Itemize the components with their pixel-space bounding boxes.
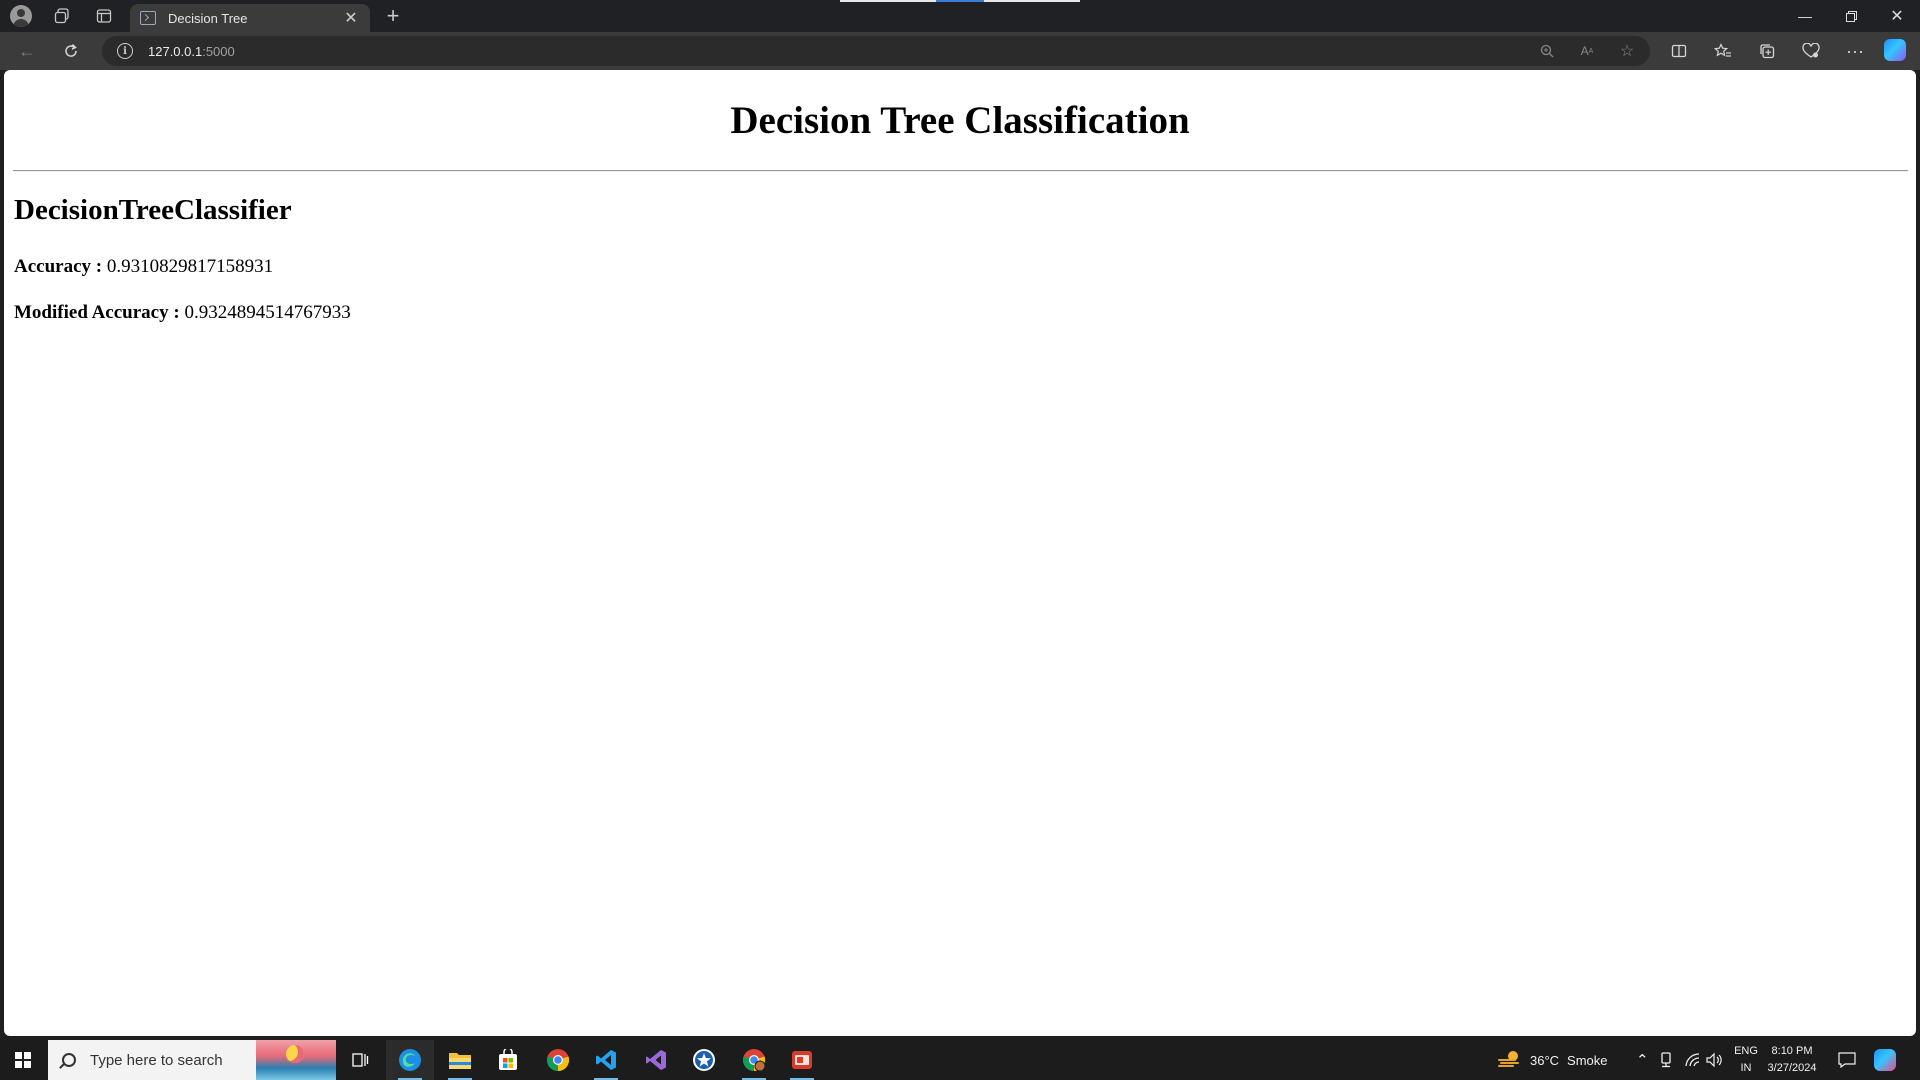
collections-icon[interactable]: [1754, 38, 1780, 64]
accuracy-line: Accuracy : 0.9310829817158931: [14, 256, 273, 278]
load-indicator-segment: [840, 0, 936, 2]
taskbar-app-store[interactable]: [484, 1040, 532, 1080]
modified-accuracy-line: Modified Accuracy : 0.9324894514767933: [14, 302, 351, 324]
tab-decision-tree[interactable]: Decision Tree ✕: [130, 4, 370, 32]
taskbar-app-file-explorer[interactable]: [436, 1040, 484, 1080]
store-icon: [499, 1049, 517, 1070]
load-indicator-segment: [936, 0, 984, 2]
taskbar-app-edge[interactable]: [386, 1040, 434, 1080]
taskbar-clock[interactable]: 8:10 PM 3/27/2024: [1762, 1043, 1822, 1077]
browser-essentials-icon[interactable]: [1798, 38, 1824, 64]
visual-studio-icon: [646, 1050, 666, 1070]
task-view-button[interactable]: [336, 1040, 384, 1080]
page-title: Decision Tree Classification: [730, 99, 1190, 142]
read-aloud-icon[interactable]: AA: [1578, 42, 1596, 60]
browser-tab-strip: Decision Tree ✕ + — ✕: [0, 0, 1920, 32]
url-port: :5000: [202, 43, 235, 59]
edge-icon: [399, 1049, 421, 1071]
volume-icon[interactable]: [1705, 1040, 1723, 1080]
chrome-icon: [546, 1049, 570, 1072]
zoom-icon[interactable]: [1538, 42, 1556, 60]
task-view-icon: [352, 1053, 369, 1067]
taskbar-app-chrome[interactable]: [534, 1040, 582, 1080]
weather-condition: Smoke: [1567, 1052, 1608, 1068]
horizontal-rule: [13, 170, 1908, 172]
search-highlight-illustration[interactable]: [256, 1040, 336, 1080]
weather-widget[interactable]: 36°C Smoke: [1498, 1040, 1608, 1080]
favorites-icon[interactable]: [1710, 38, 1736, 64]
load-indicator-segment: [984, 0, 1080, 2]
windows-logo-icon: [15, 1052, 31, 1068]
modified-accuracy-value: 0.9324894514767933: [184, 302, 351, 323]
taskbar-app-red[interactable]: [778, 1040, 826, 1080]
taskbar-app-vscode[interactable]: [582, 1040, 630, 1080]
start-button[interactable]: [0, 1040, 46, 1080]
language-code: ENG: [1734, 1045, 1758, 1057]
tab-close-icon[interactable]: ✕: [342, 8, 360, 28]
taskbar-app-blue-star[interactable]: [680, 1040, 728, 1080]
back-button-icon[interactable]: ←: [12, 37, 42, 65]
clock-date: 3/27/2024: [1767, 1062, 1817, 1074]
browser-toolbar: ← i 127.0.0.1:5000 AA ☆ ···: [0, 32, 1920, 70]
close-window-icon[interactable]: ✕: [1874, 0, 1920, 32]
search-placeholder: Type here to search: [90, 1051, 223, 1069]
tab-title: Decision Tree: [168, 10, 248, 26]
restore-icon[interactable]: [1828, 0, 1874, 32]
network-wifi-icon[interactable]: [1685, 1040, 1701, 1080]
tab-actions-icon[interactable]: [88, 3, 120, 29]
device-meet-now-icon[interactable]: [1659, 1040, 1673, 1080]
workspaces-icon[interactable]: [46, 3, 78, 29]
windows-taskbar: Type here to search 36°C Smoke ⌃ ENG IN …: [0, 1040, 1920, 1080]
accuracy-label: Accuracy :: [14, 256, 103, 277]
more-options-icon[interactable]: ···: [1842, 38, 1868, 64]
taskbar-app-visual-studio[interactable]: [632, 1040, 680, 1080]
clock-time: 8:10 PM: [1771, 1045, 1813, 1057]
show-hidden-icons-icon[interactable]: ⌃: [1636, 1040, 1649, 1080]
accuracy-value: 0.9310829817158931: [106, 256, 274, 277]
chrome-profile-icon: [742, 1049, 766, 1072]
app-red-icon: [792, 1051, 812, 1069]
weather-smoke-icon: [1498, 1051, 1519, 1067]
terminal-favicon-icon: [140, 11, 156, 25]
modified-accuracy-label: Modified Accuracy :: [14, 302, 180, 323]
notifications-icon[interactable]: [1838, 1040, 1856, 1080]
profile-avatar-icon[interactable]: [10, 5, 32, 27]
favorite-star-icon[interactable]: ☆: [1618, 42, 1636, 60]
model-name-heading: DecisionTreeClassifier: [14, 194, 292, 226]
site-info-icon[interactable]: i: [117, 43, 133, 59]
copilot-taskbar-icon[interactable]: [1874, 1040, 1896, 1080]
search-icon: [62, 1053, 76, 1067]
folder-icon: [449, 1053, 471, 1069]
copilot-icon[interactable]: [1884, 39, 1906, 61]
split-screen-icon[interactable]: [1666, 38, 1692, 64]
taskbar-app-chrome-profile[interactable]: [730, 1040, 778, 1080]
app-star-icon: [693, 1049, 715, 1071]
input-language-indicator[interactable]: ENG IN: [1726, 1043, 1766, 1077]
page-viewport: Decision Tree Classification DecisionTre…: [4, 70, 1916, 1036]
region-code: IN: [1740, 1062, 1752, 1074]
address-bar[interactable]: i 127.0.0.1:5000 AA ☆: [102, 36, 1650, 66]
taskbar-search-box[interactable]: Type here to search: [48, 1040, 256, 1080]
vscode-icon: [596, 1050, 616, 1070]
new-tab-icon[interactable]: +: [377, 3, 409, 29]
weather-temperature: 36°C: [1530, 1052, 1560, 1068]
refresh-button-icon[interactable]: [56, 37, 86, 65]
url-host: 127.0.0.1: [148, 43, 203, 59]
minimize-icon[interactable]: —: [1782, 0, 1828, 32]
